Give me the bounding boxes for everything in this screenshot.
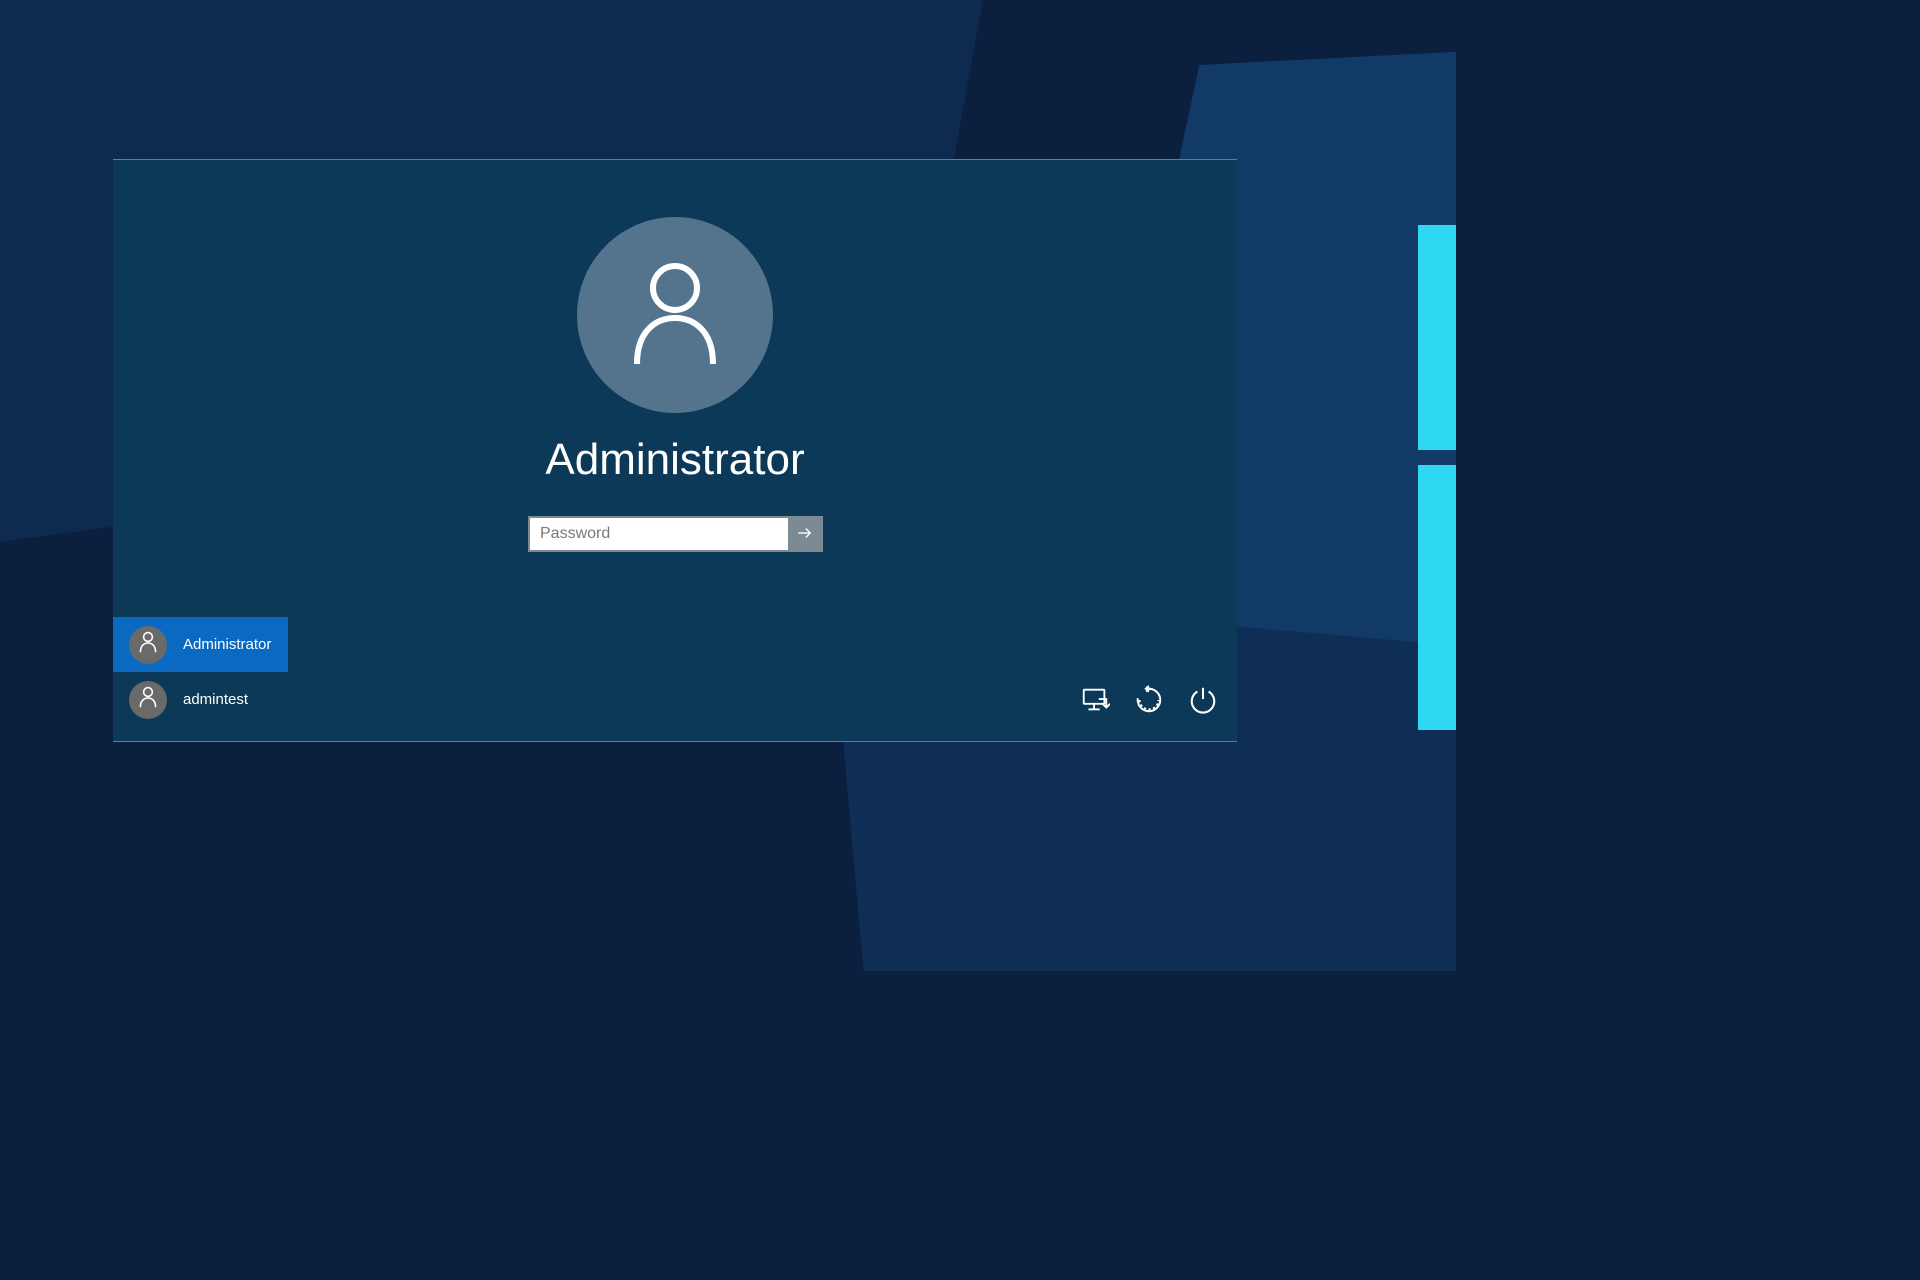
password-input[interactable] (530, 518, 788, 550)
avatar-small (129, 626, 167, 664)
user-item-label: admintest (183, 691, 248, 708)
user-item-admintest[interactable]: admintest (113, 672, 288, 727)
avatar (577, 217, 773, 413)
submit-button[interactable] (788, 518, 821, 550)
power-button[interactable] (1187, 685, 1219, 717)
power-icon (1188, 685, 1218, 718)
network-icon (1080, 685, 1110, 718)
login-panel: Administrator Administrator (113, 159, 1237, 742)
user-item-label: Administrator (183, 636, 271, 653)
network-button[interactable] (1079, 685, 1111, 717)
ease-of-access-icon (1134, 685, 1164, 718)
user-list: Administrator admintest (113, 617, 288, 727)
ease-of-access-button[interactable] (1133, 685, 1165, 717)
arrow-right-icon (796, 524, 814, 545)
user-icon (138, 631, 158, 658)
user-item-administrator[interactable]: Administrator (113, 617, 288, 672)
system-controls (1079, 685, 1219, 717)
avatar-small (129, 681, 167, 719)
user-icon (624, 258, 726, 373)
user-icon (138, 686, 158, 713)
selected-user-name: Administrator (113, 435, 1237, 485)
password-group (528, 516, 823, 552)
